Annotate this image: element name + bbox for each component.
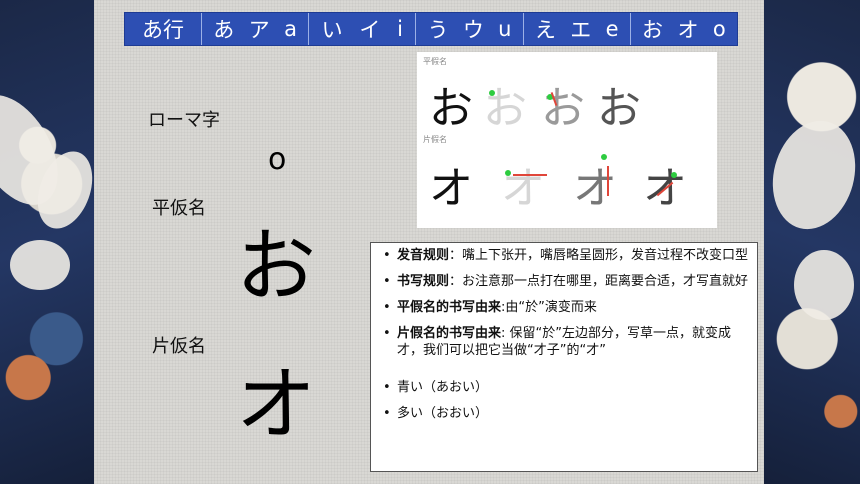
note-katakana-origin: 片假名的书写由来: 保留“於”左边部分，写草一点，就变成才，我们可以把它当做“才… xyxy=(379,325,749,359)
romaji-label: ローマ字 xyxy=(148,110,220,131)
stroke-start-dot xyxy=(671,172,677,178)
stroke-start-dot xyxy=(601,154,607,160)
katakana-large: オ xyxy=(236,358,316,451)
row-label: あ行 xyxy=(125,13,202,45)
kana-cell-a: あアa xyxy=(202,13,310,45)
katakana-label: 片仮名 xyxy=(152,336,206,357)
kana-cell-u: うウu xyxy=(416,13,524,45)
stroke-direction-line xyxy=(607,166,609,196)
stroke-step: オ xyxy=(501,163,545,214)
stroke-step: お xyxy=(429,83,473,134)
note-writing: 书写规则：お注意那一点打在哪里，距离要合适，才写直就好 xyxy=(379,273,749,290)
stroke-step: お xyxy=(483,83,527,134)
stroke-step: お xyxy=(597,83,641,134)
romaji-value: o xyxy=(268,142,287,177)
vocab-item: 青い（あおい） xyxy=(379,379,749,396)
stroke-start-dot xyxy=(505,170,511,176)
kana-header-row: あ行 あアa いイi うウu えエe おオo xyxy=(124,12,738,46)
kana-cell-i: いイi xyxy=(309,13,417,45)
left-decorative-fabric xyxy=(0,0,94,484)
hiragana-large: お xyxy=(236,220,316,313)
kana-cell-o: おオo xyxy=(642,17,726,42)
notes-box: 发音规则：嘴上下张开，嘴唇略呈圆形，发音过程不改变口型 书写规则：お注意那一点打… xyxy=(370,242,758,472)
stroke-kata-title: 片假名 xyxy=(423,135,447,144)
stroke-start-dot xyxy=(489,90,495,96)
kana-cell-e: えエe xyxy=(524,13,631,45)
note-hiragana-origin: 平假名的书写由来:由“於”演变而来 xyxy=(379,299,749,316)
stroke-order-image: 平假名 お お お お 片假名 オ オ オ オ xyxy=(417,52,717,228)
stroke-step: オ xyxy=(573,163,617,214)
stroke-hira-title: 平假名 xyxy=(423,57,447,66)
note-pronunciation: 发音规则：嘴上下张开，嘴唇略呈圆形，发音过程不改变口型 xyxy=(379,247,749,264)
stroke-direction-line xyxy=(513,174,547,176)
vocab-item: 多い（おおい） xyxy=(379,405,749,422)
right-decorative-fabric xyxy=(764,0,860,484)
stroke-step: オ xyxy=(429,163,473,214)
stroke-step: お xyxy=(541,83,585,134)
flower-petal xyxy=(10,240,70,290)
hiragana-label: 平仮名 xyxy=(152,198,206,219)
stroke-step: オ xyxy=(643,152,687,216)
flower-petal xyxy=(794,250,854,320)
flower-petal xyxy=(764,111,860,239)
